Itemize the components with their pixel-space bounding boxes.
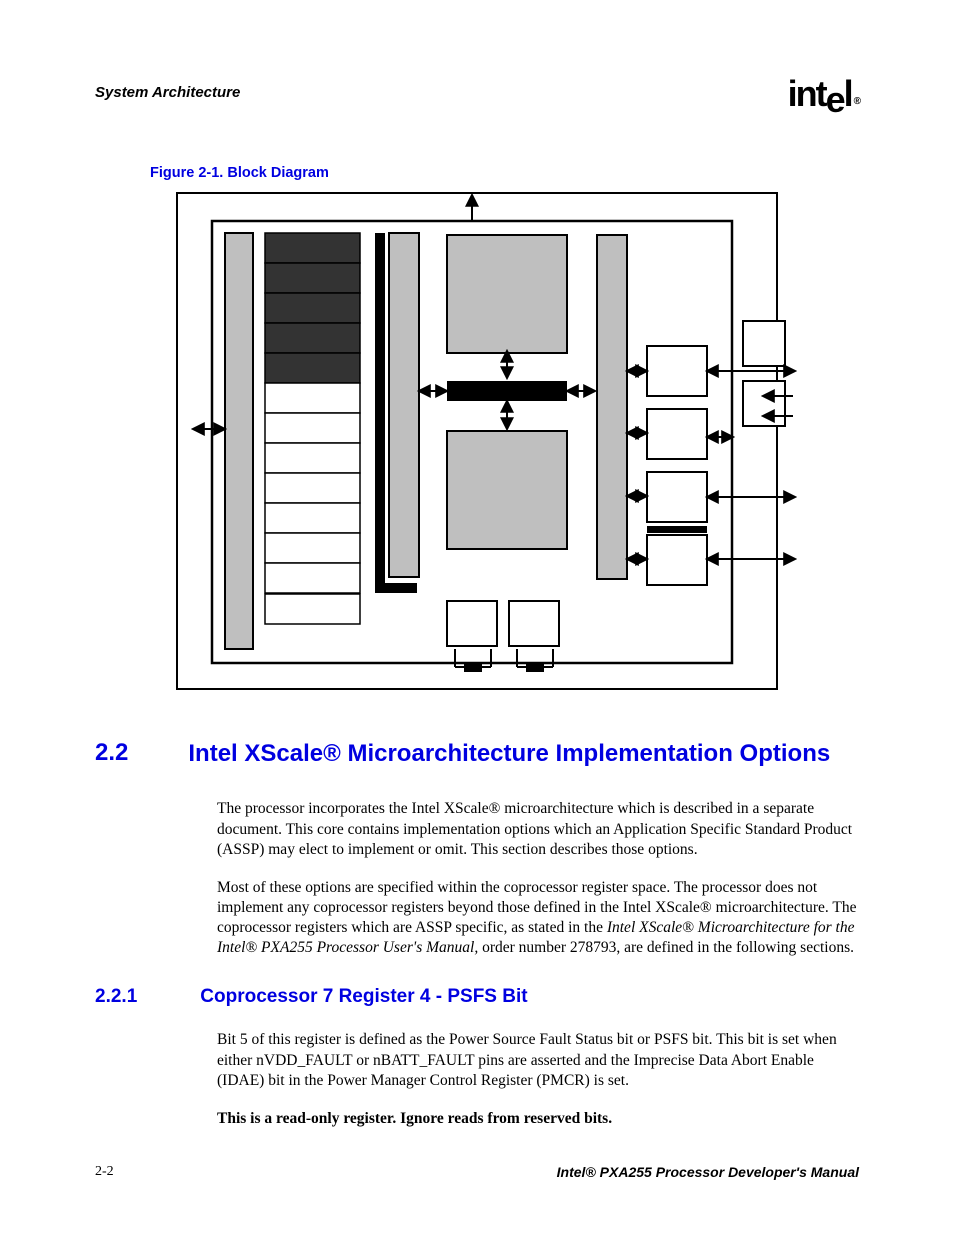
page-header: System Architecture intel® xyxy=(95,78,859,110)
logo-part2: e xyxy=(826,79,844,120)
logo-reg: ® xyxy=(854,96,861,107)
para-2-2-1-b: This is a read-only register. Ignore rea… xyxy=(217,1109,859,1129)
heading-title: Coprocessor 7 Register 4 - PSFS Bit xyxy=(200,986,527,1008)
page-number: 2-2 xyxy=(95,1164,114,1180)
heading-number: 2.2 xyxy=(95,739,128,767)
para-2-2-b: Most of these options are specified with… xyxy=(217,878,859,959)
block-diagram-svg xyxy=(157,191,797,691)
heading-title: Intel XScale® Microarchitecture Implemen… xyxy=(188,739,859,769)
heading-2-2: 2.2 Intel XScale® Microarchitecture Impl… xyxy=(95,739,859,769)
section-name: System Architecture xyxy=(95,84,240,101)
intel-logo: intel® xyxy=(788,78,859,110)
block-diagram xyxy=(95,191,859,691)
para-2-2-b-2: order number 278793, are defined in the … xyxy=(478,939,854,956)
para-2-2-a: The processor incorporates the Intel XSc… xyxy=(217,799,859,859)
manual-name: Intel® PXA255 Processor Developer's Manu… xyxy=(557,1164,859,1180)
figure-caption: Figure 2-1. Block Diagram xyxy=(150,165,859,181)
logo-part3: l xyxy=(844,73,852,114)
heading-2-2-1: 2.2.1 Coprocessor 7 Register 4 - PSFS Bi… xyxy=(95,986,859,1008)
heading-number: 2.2.1 xyxy=(95,986,137,1008)
logo-part1: int xyxy=(788,73,826,114)
page-footer: 2-2 Intel® PXA255 Processor Developer's … xyxy=(95,1164,859,1180)
para-2-2-1-a: Bit 5 of this register is defined as the… xyxy=(217,1030,859,1090)
